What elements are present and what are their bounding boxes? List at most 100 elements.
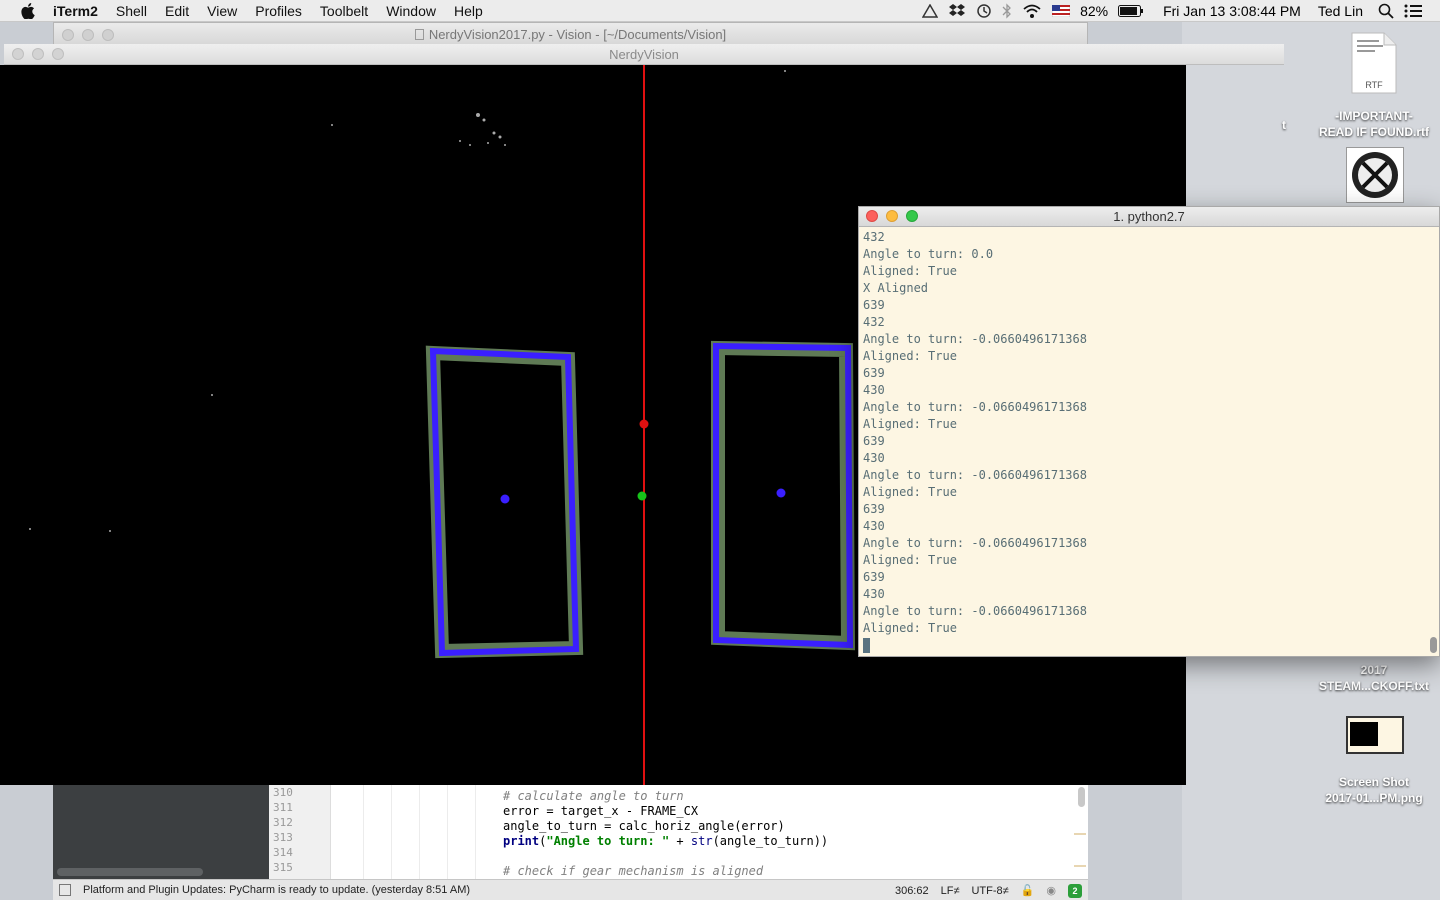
terminal-line: 430 [863,519,885,533]
dropbox-icon[interactable] [943,3,971,19]
zoom-button[interactable] [102,29,114,41]
user-name[interactable]: Ted Lin [1306,0,1373,22]
code-area[interactable]: # calculate angle to turn error = target… [332,785,1072,879]
document-icon [414,29,424,40]
menu-help[interactable]: Help [445,0,492,22]
desktop-item-screenshot-png[interactable]: Screen Shot 2017-01...PM.png [1309,774,1439,806]
minimize-button[interactable] [32,48,44,60]
nerdyvision-title: NerdyVision [609,46,679,62]
terminal-line: Angle to turn: -0.0660496171368 [863,332,1087,346]
line-separator[interactable]: LF≠ [941,885,960,897]
menu-view[interactable]: View [198,0,246,22]
desktop-item-label: -IMPORTANT- READ IF FOUND.rtf [1319,109,1429,139]
terminal-line: Angle to turn: 0.0 [863,247,994,261]
input-source-flag-icon[interactable] [1047,5,1075,17]
code-line: error = target_x - FRAME_CX [503,804,699,818]
drive-icon[interactable] [917,4,943,18]
menu-app-iterm2[interactable]: iTerm2 [44,0,107,22]
close-button[interactable] [12,48,24,60]
iterm-title: 1. python2.7 [1113,209,1185,224]
window-controls [62,29,114,41]
svg-text:RTF: RTF [1365,80,1383,90]
menu-edit[interactable]: Edit [156,0,198,22]
menu-bar: iTerm2 Shell Edit View Profiles Toolbelt… [0,0,1440,22]
status-menus: 82% Fri Jan 13 3:08:44 PM Ted Lin [917,0,1440,22]
terminal-line: 432 [863,230,885,244]
menu-profiles[interactable]: Profiles [246,0,311,22]
nerdyvision-titlebar[interactable]: NerdyVision [4,44,1284,65]
terminal-prompt[interactable] [859,637,1429,654]
zoom-button[interactable] [52,48,64,60]
code-line: print("Angle to turn: " + str(angle_to_t… [503,834,829,848]
noise-specks [29,70,786,532]
code-editor[interactable]: 310 311 312 313 314 315 # calculate angl… [53,785,1088,879]
terminal-line: Angle to turn: -0.0660496171368 [863,400,1087,414]
desktop-item-steam-txt[interactable]: 2017 STEAM...CKOFF.txt [1309,662,1439,694]
terminal-cursor [863,638,870,653]
pycharm-title: NerdyVision2017.py - Vision - [~/Documen… [428,27,727,42]
code-line: # calculate angle to turn [503,789,684,803]
code-line: angle_to_turn = calc_horiz_angle(error) [503,819,785,833]
line-number-gutter: 310 311 312 313 314 315 [269,785,331,879]
close-button[interactable] [62,29,74,41]
terminal-line: 639 [863,298,885,312]
right-target-center [776,488,786,498]
iterm-window: 1. python2.7 432 Angle to turn: 0.0 Aligne… [858,206,1440,657]
menu-window[interactable]: Window [377,0,445,22]
terminal-line: Aligned: True [863,485,957,499]
minimize-button[interactable] [886,210,898,222]
minimize-button[interactable] [82,29,94,41]
notification-badge[interactable]: 2 [1068,883,1082,898]
pycharm-statusbar: Platform and Plugin Updates: PyCharm is … [53,879,1088,900]
terminal-line: 639 [863,570,885,584]
terminal-scrollbar[interactable] [1430,637,1437,653]
code-line: # check if gear mechanism is aligned [503,864,764,878]
cursor-position[interactable]: 306:62 [895,885,929,897]
window-controls [12,48,64,60]
line-number: 310 [273,786,293,799]
spotlight-search-icon[interactable] [1373,3,1399,19]
file-encoding[interactable]: UTF-8≠ [971,885,1008,897]
terminal-line: X Aligned [863,281,929,295]
line-number: 312 [273,816,293,829]
line-number: 314 [273,846,293,859]
terminal-line: Angle to turn: -0.0660496171368 [863,468,1087,482]
terminal-line: 430 [863,451,885,465]
zoom-button[interactable] [906,210,918,222]
close-button[interactable] [866,210,878,222]
terminal-line: Aligned: True [863,264,957,278]
terminal-line: Aligned: True [863,553,957,567]
clock[interactable]: Fri Jan 13 3:08:44 PM [1149,0,1306,22]
terminal-line: Aligned: True [863,417,957,431]
menu-toolbelt[interactable]: Toolbelt [311,0,377,22]
apple-menu-icon[interactable] [18,0,38,22]
project-pane [53,785,269,879]
line-number: 311 [273,801,293,814]
time-machine-icon[interactable] [971,3,997,19]
horizontal-scrollbar[interactable] [57,868,203,876]
terminal-line: Angle to turn: -0.0660496171368 [863,536,1087,550]
lock-icon[interactable]: 🔓 [1021,884,1035,897]
status-message[interactable]: Platform and Plugin Updates: PyCharm is … [83,884,470,896]
wifi-icon[interactable] [1017,3,1047,19]
screenshot-icon[interactable] [1346,716,1404,754]
target-midpoint-marker [637,491,647,501]
tool-windows-icon[interactable] [59,884,71,896]
desktop-item-label: 2017 STEAM...CKOFF.txt [1319,663,1429,693]
iterm-titlebar[interactable]: 1. python2.7 [859,207,1439,227]
vertical-scrollbar[interactable] [1078,787,1085,807]
desktop-item-important-rtf[interactable]: RTF -IMPORTANT- READ IF FOUND.rtf [1309,32,1439,140]
notification-center-icon[interactable] [1399,4,1440,18]
battery-icon[interactable] [1113,5,1149,17]
nerdy-herd-logo-icon[interactable] [1346,147,1404,203]
terminal-output[interactable]: 432 Angle to turn: 0.0 Aligned: True X Alig… [859,229,1429,654]
terminal-line: 432 [863,315,885,329]
battery-percent[interactable]: 82% [1075,0,1113,22]
inspector-icon[interactable]: ◉ [1046,884,1056,897]
terminal-line: 639 [863,502,885,516]
bluetooth-icon[interactable] [997,3,1017,19]
terminal-line: Aligned: True [863,349,957,363]
line-number: 315 [273,861,293,874]
frame-center-marker [639,419,649,429]
menu-shell[interactable]: Shell [107,0,156,22]
